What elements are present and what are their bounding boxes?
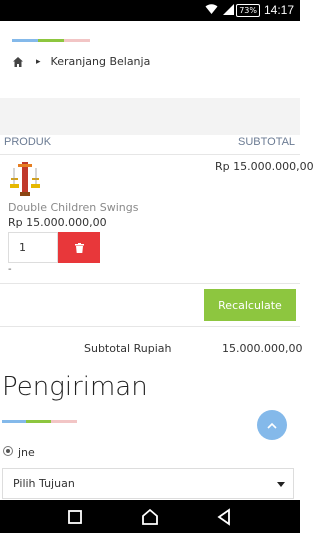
accent-stripe-green <box>26 420 51 423</box>
cart-table-header: PRODUK SUBTOTAL <box>0 135 300 155</box>
breadcrumb: ▸ Keranjang Belanja <box>12 55 150 68</box>
destination-select-value: Pilih Tujuan <box>13 477 75 490</box>
battery-indicator: 73% <box>236 4 260 17</box>
chevron-up-icon <box>267 422 277 429</box>
trash-icon <box>74 242 84 253</box>
row-subtotal: Rp 15.000.000,00 <box>215 160 314 173</box>
recent-apps-icon[interactable] <box>66 508 84 526</box>
section-divider-band <box>0 98 300 135</box>
recalculate-button[interactable]: Recalculate <box>204 289 296 321</box>
accent-stripe-pink <box>51 420 77 423</box>
accent-stripe-green <box>38 39 64 42</box>
accent-stripe-pink <box>64 39 90 42</box>
clock: 14:17 <box>263 3 294 17</box>
delete-item-button[interactable] <box>58 232 100 263</box>
destination-select[interactable]: Pilih Tujuan <box>2 468 294 499</box>
signal-icon <box>223 4 234 15</box>
accent-stripe-blue <box>2 420 26 423</box>
subtotal-value: 15.000.000,00 <box>222 342 303 355</box>
home-icon[interactable] <box>12 56 24 68</box>
scroll-to-top-button[interactable] <box>257 410 287 440</box>
page-header: ▸ Keranjang Belanja <box>0 21 300 98</box>
back-icon[interactable] <box>215 508 233 526</box>
courier-radio-jne[interactable] <box>3 446 13 456</box>
item-note: - <box>8 264 12 275</box>
divider <box>0 326 300 327</box>
product-thumbnail[interactable] <box>8 160 42 198</box>
wifi-icon <box>205 4 218 14</box>
home-nav-icon[interactable] <box>141 508 159 526</box>
status-bar: 73% 14:17 <box>0 0 300 21</box>
column-produk: PRODUK <box>4 136 52 148</box>
product-name-link[interactable]: Double Children Swings <box>8 201 138 214</box>
courier-label: jne <box>18 446 35 459</box>
shipping-title: Pengiriman <box>2 372 148 402</box>
accent-stripe-blue <box>12 39 38 42</box>
divider <box>0 283 300 284</box>
chevron-right-icon: ▸ <box>36 56 41 67</box>
breadcrumb-current: Keranjang Belanja <box>50 55 151 68</box>
product-price: Rp 15.000.000,00 <box>8 216 107 229</box>
chevron-down-icon <box>277 482 285 487</box>
column-subtotal: SUBTOTAL <box>238 136 296 148</box>
divider <box>0 154 300 155</box>
quantity-input[interactable]: 1 <box>8 232 58 263</box>
subtotal-label: Subtotal Rupiah <box>84 342 172 355</box>
system-nav-bar <box>0 500 300 533</box>
